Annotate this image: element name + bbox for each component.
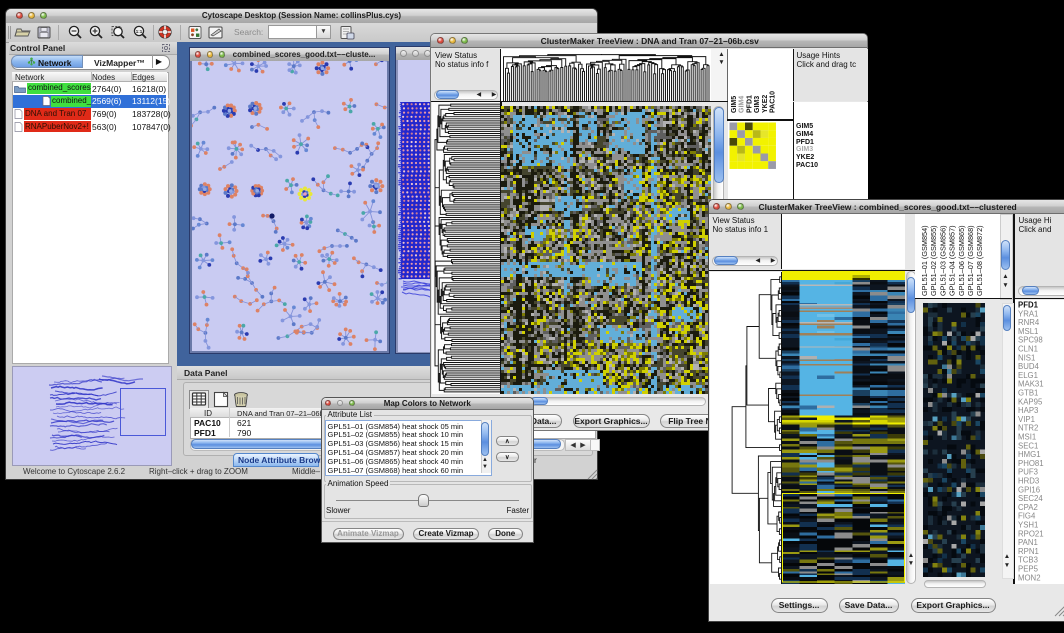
svg-text:GPL51–03 (GSM856): GPL51–03 (GSM856) bbox=[938, 225, 947, 296]
svg-text:MAK31: MAK31 bbox=[1018, 379, 1044, 388]
svg-text:NTR2: NTR2 bbox=[1018, 423, 1038, 432]
svg-text:PHO81: PHO81 bbox=[1018, 458, 1044, 467]
svg-text:GPI16: GPI16 bbox=[1018, 485, 1040, 494]
svg-text:MON2: MON2 bbox=[1018, 573, 1041, 582]
svg-text:SEC1: SEC1 bbox=[1018, 441, 1038, 450]
svg-text:ELG1: ELG1 bbox=[1018, 370, 1038, 379]
svg-text:PAC10: PAC10 bbox=[770, 90, 777, 112]
svg-text:YKE2: YKE2 bbox=[762, 94, 769, 112]
svg-text:PEP5: PEP5 bbox=[1018, 564, 1039, 573]
svg-text:NIS1: NIS1 bbox=[1018, 353, 1035, 362]
svg-text:RPN1: RPN1 bbox=[1018, 546, 1039, 555]
svg-text:HAP3: HAP3 bbox=[1018, 406, 1038, 415]
svg-text:BUD4: BUD4 bbox=[1018, 362, 1039, 371]
svg-text:HRD3: HRD3 bbox=[1018, 476, 1039, 485]
svg-text:CPA2: CPA2 bbox=[1018, 502, 1038, 511]
svg-text:KAP95: KAP95 bbox=[1018, 397, 1043, 406]
svg-text:RNR4: RNR4 bbox=[1018, 318, 1040, 327]
svg-text:GIM3: GIM3 bbox=[754, 95, 761, 112]
svg-text:GPL51–08 (GSM872): GPL51–08 (GSM872) bbox=[975, 225, 984, 296]
svg-text:PFD1: PFD1 bbox=[746, 95, 753, 113]
svg-text:PUF3: PUF3 bbox=[1018, 467, 1038, 476]
svg-text:SEC24: SEC24 bbox=[1018, 494, 1043, 503]
svg-text:YSH1: YSH1 bbox=[1018, 520, 1038, 529]
svg-text:GPL51–06 (GSM865): GPL51–06 (GSM865) bbox=[957, 225, 966, 296]
svg-text:RPO21: RPO21 bbox=[1018, 529, 1044, 538]
svg-text:GPL51–07 (GSM868): GPL51–07 (GSM868) bbox=[966, 225, 975, 296]
svg-text:FIG4: FIG4 bbox=[1018, 511, 1036, 520]
svg-text:GTB1: GTB1 bbox=[1018, 388, 1038, 397]
svg-text:MSI1: MSI1 bbox=[1018, 432, 1036, 441]
svg-text:1:1: 1:1 bbox=[136, 29, 143, 34]
svg-text:CLN1: CLN1 bbox=[1018, 344, 1038, 353]
svg-text:TCB3: TCB3 bbox=[1018, 555, 1038, 564]
svg-text:PFD1: PFD1 bbox=[1018, 300, 1039, 309]
svg-text:GIM4: GIM4 bbox=[739, 95, 746, 112]
svg-text:GPL51–01 (GSM854): GPL51–01 (GSM854) bbox=[920, 225, 929, 296]
svg-text:YRA1: YRA1 bbox=[1018, 309, 1038, 318]
svg-text:VIP1: VIP1 bbox=[1018, 414, 1035, 423]
svg-text:GIM5: GIM5 bbox=[731, 95, 738, 112]
svg-text:SPC98: SPC98 bbox=[1018, 335, 1043, 344]
svg-text:PAN1: PAN1 bbox=[1018, 538, 1038, 547]
svg-text:GPL51–04 (GSM857): GPL51–04 (GSM857) bbox=[948, 225, 957, 296]
svg-text:GPL51–02 (GSM855): GPL51–02 (GSM855) bbox=[929, 225, 938, 296]
svg-text:MSL1: MSL1 bbox=[1018, 326, 1038, 335]
svg-text:HMG1: HMG1 bbox=[1018, 450, 1041, 459]
